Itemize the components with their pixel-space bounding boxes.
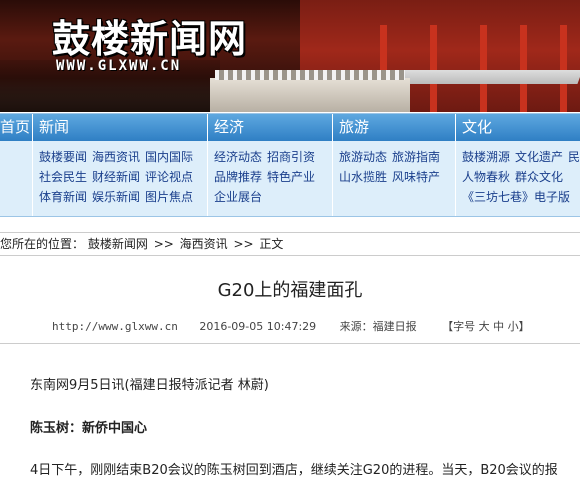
red-pillar	[520, 25, 527, 112]
nav-link[interactable]: 国内国际	[145, 150, 193, 164]
nav-link[interactable]: 招商引资	[267, 150, 315, 164]
article-url: http://www.glxww.cn	[52, 320, 178, 333]
article-subheading: 陈玉树：新侨中国心	[30, 421, 148, 436]
tower-balustrade	[215, 70, 405, 80]
nav-head-culture[interactable]: 文化	[456, 114, 580, 141]
nav-link[interactable]: 鼓楼溯源	[462, 150, 510, 164]
nav-link[interactable]: 旅游动态	[339, 150, 387, 164]
red-pillar	[560, 25, 567, 112]
nav-link[interactable]: 社会民生	[39, 170, 87, 184]
nav-col-culture: 文化 鼓楼溯源 文化遗产民 人物春秋 群众文化 《三坊七巷》电子版	[456, 114, 580, 216]
article-paragraph: 4日下午，刚刚结束B20会议的陈玉树回到酒店，继续关注G20的进程。当天，B20…	[30, 463, 558, 478]
nav-link[interactable]: 财经新闻	[92, 170, 140, 184]
tower-wall	[210, 78, 410, 112]
article-paragraph: 东南网9月5日讯(福建日报特派记者 林蔚)	[30, 378, 269, 393]
breadcrumb: 您所在的位置： 鼓楼新闻网 >> 海西资讯 >> 正文	[0, 232, 580, 256]
red-pillar	[480, 25, 487, 112]
nav-link[interactable]: 经济动态	[214, 150, 262, 164]
nav-link[interactable]: 图片焦点	[145, 190, 193, 204]
nav-link[interactable]: 民	[568, 150, 580, 164]
nav-link[interactable]: 企业展台	[214, 190, 262, 204]
nav-head-news[interactable]: 新闻	[33, 114, 207, 141]
breadcrumb-prefix: 您所在的位置：	[0, 237, 85, 251]
breadcrumb-current: 正文	[259, 237, 284, 251]
site-banner: 鼓楼新闻网 WWW.GLXWW.CN	[0, 0, 580, 112]
article-title: G20上的福建面孔	[217, 280, 363, 301]
font-size-selector[interactable]: 【字号 大 中 小】	[442, 320, 530, 333]
nav-link[interactable]: 旅游指南	[392, 150, 440, 164]
nav-link[interactable]: 品牌推荐	[214, 170, 262, 184]
nav-link[interactable]: 《三坊七巷》电子版	[462, 190, 570, 204]
nav-home-link[interactable]: 首页	[0, 114, 32, 141]
nav-link[interactable]: 山水揽胜	[339, 170, 387, 184]
nav-head-travel[interactable]: 旅游	[333, 114, 455, 141]
breadcrumb-separator: >>	[233, 237, 254, 251]
breadcrumb-link-home[interactable]: 鼓楼新闻网	[88, 237, 148, 251]
nav-link[interactable]: 群众文化	[515, 170, 563, 184]
nav-col-home: 首页	[0, 114, 32, 216]
nav-link[interactable]: 风味特产	[392, 170, 440, 184]
breadcrumb-link-section[interactable]: 海西资讯	[180, 237, 228, 251]
main-nav: 首页 新闻 鼓楼要闻 海西资讯 国内国际 社会民生 财经新闻 评论视点 体育新闻 娱乐新闻…	[0, 113, 580, 217]
nav-link[interactable]: 文化遗产	[515, 150, 563, 164]
site-logo-title[interactable]: 鼓楼新闻网	[52, 8, 247, 63]
nav-col-news: 新闻 鼓楼要闻 海西资讯 国内国际 社会民生 财经新闻 评论视点 体育新闻 娱乐新闻 图片焦…	[33, 114, 207, 216]
divider	[0, 343, 580, 344]
nav-col-economy: 经济 经济动态 招商引资 品牌推荐 特色产业 企业展台	[208, 114, 332, 216]
article-source: 来源：福建日报	[339, 320, 417, 333]
nav-col-travel: 旅游 旅游动态 旅游指南 山水揽胜 风味特产	[333, 114, 455, 216]
nav-link[interactable]: 体育新闻	[39, 190, 87, 204]
site-url: WWW.GLXWW.CN	[56, 58, 182, 74]
nav-link[interactable]: 评论视点	[145, 170, 193, 184]
nav-link[interactable]: 特色产业	[267, 170, 315, 184]
article-meta: http://www.glxww.cn 2016-09-05 10:47:29 …	[52, 318, 530, 334]
nav-link[interactable]: 海西资讯	[92, 150, 140, 164]
nav-link[interactable]: 娱乐新闻	[92, 190, 140, 204]
nav-head-economy[interactable]: 经济	[208, 114, 332, 141]
breadcrumb-separator: >>	[153, 237, 174, 251]
article-datetime: 2016-09-05 10:47:29	[199, 320, 317, 333]
nav-link[interactable]: 鼓楼要闻	[39, 150, 87, 164]
red-pillar	[430, 25, 437, 112]
nav-link[interactable]: 人物春秋	[462, 170, 510, 184]
